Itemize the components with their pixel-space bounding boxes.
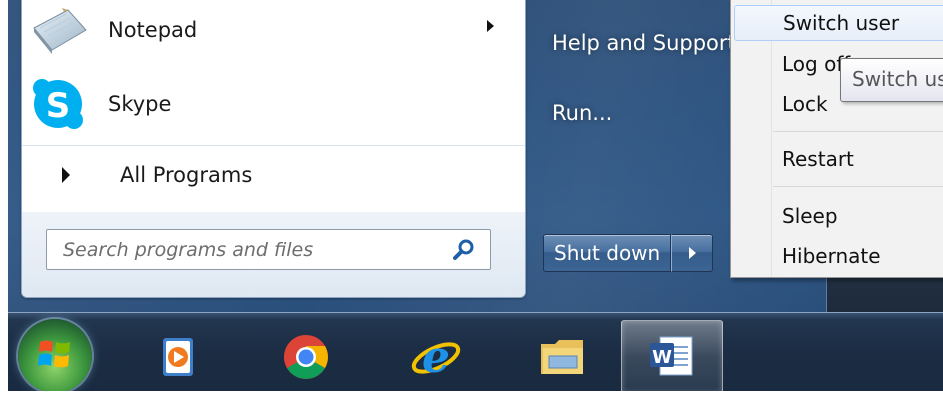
taskbar-item-media-player[interactable] — [129, 320, 229, 392]
shutdown-group: Shut down — [543, 234, 714, 272]
all-programs-button[interactable]: All Programs — [26, 152, 526, 198]
menu-gutter — [771, 0, 772, 277]
menu-item-label: Restart — [782, 147, 854, 171]
submenu-arrow-icon[interactable] — [487, 20, 494, 32]
svg-text:W: W — [652, 347, 672, 368]
svg-text:S: S — [46, 86, 71, 126]
svg-text:e: e — [422, 332, 450, 382]
search-input[interactable] — [61, 237, 425, 262]
help-and-support-link[interactable]: Help and Support — [552, 31, 736, 55]
taskbar-item-word[interactable]: W — [621, 320, 723, 394]
tooltip-text: Switch user — [852, 67, 943, 91]
tooltip: Switch user — [840, 58, 943, 102]
taskbar-item-chrome[interactable] — [257, 320, 357, 392]
all-programs-arrow-icon — [62, 167, 70, 183]
menu-item-label: Lock — [782, 92, 828, 116]
menu-item-sleep[interactable]: Sleep — [734, 199, 943, 233]
search-icon[interactable] — [452, 238, 476, 262]
menu-item-label: Sleep — [782, 204, 838, 228]
pane-separator — [22, 145, 525, 146]
menu-item-restart[interactable]: Restart — [734, 142, 943, 176]
programs-pane: Notepad S Skype All Programs — [21, 0, 526, 298]
menu-separator — [773, 186, 943, 187]
menu-item-label: Switch user — [783, 11, 900, 35]
taskbar-item-windows-explorer[interactable] — [513, 320, 613, 392]
run-link[interactable]: Run... — [552, 101, 612, 125]
notepad-icon — [26, 2, 90, 58]
taskbar-item-internet-explorer[interactable]: e — [385, 320, 485, 392]
program-label: Notepad — [108, 18, 198, 42]
program-item-skype[interactable]: S Skype — [26, 72, 526, 136]
windows-logo-icon — [37, 336, 73, 372]
menu-item-hibernate[interactable]: Hibernate — [734, 239, 943, 273]
menu-separator — [773, 131, 943, 132]
start-button[interactable] — [18, 319, 92, 393]
shutdown-options-button[interactable] — [671, 234, 714, 272]
program-label: Skype — [108, 92, 172, 116]
screen-bottom-edge — [0, 391, 943, 397]
search-box[interactable] — [46, 229, 491, 270]
skype-icon: S — [26, 76, 90, 132]
search-area — [22, 212, 525, 297]
menu-item-switch-user[interactable]: Switch user — [734, 5, 943, 41]
power-options-menu: Switch user Log off Lock Restart Sleep H… — [730, 0, 943, 278]
arrow-right-icon — [689, 247, 697, 259]
program-item-notepad[interactable]: Notepad — [26, 0, 526, 62]
all-programs-label: All Programs — [120, 163, 253, 187]
menu-item-label: Hibernate — [782, 244, 881, 268]
screenshot-root: Notepad S Skype All Programs Search prog… — [0, 0, 943, 397]
shutdown-button[interactable]: Shut down — [543, 234, 672, 272]
